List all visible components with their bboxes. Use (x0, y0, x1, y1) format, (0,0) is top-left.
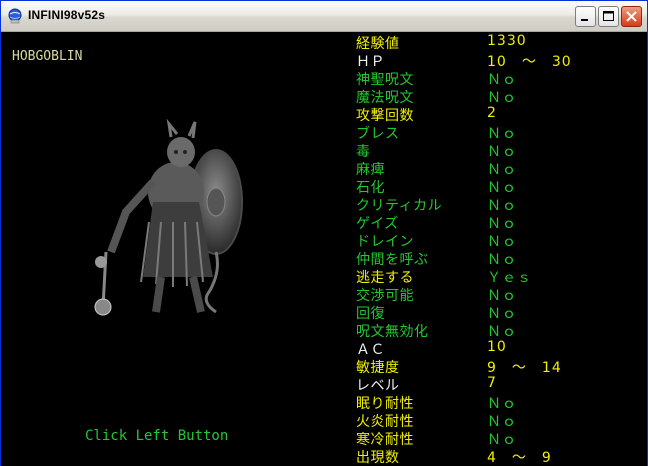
stat-row: 石化 Ｎｏ (356, 176, 646, 196)
maximize-icon (603, 11, 614, 21)
minimize-button[interactable] (575, 6, 596, 27)
stat-row: 麻痺 Ｎｏ (356, 158, 646, 178)
client-area[interactable]: HOBGOBLIN Click Left Button 経験値 1330 ＨＰ … (1, 32, 647, 466)
stat-value: 7 (487, 375, 497, 391)
maximize-button[interactable] (598, 6, 619, 27)
stat-row: 回復 Ｎｏ (356, 302, 646, 322)
stat-row: 呪文無効化 Ｎｏ (356, 320, 646, 340)
stat-row: 神聖呪文 Ｎｏ (356, 68, 646, 88)
stat-value: 4 ～ 9 (487, 450, 552, 466)
stat-label: 出現数 (356, 450, 400, 466)
stat-row: ドレイン Ｎｏ (356, 230, 646, 250)
app-globe-icon[interactable] (7, 8, 23, 24)
stat-row: レベル 7 (356, 374, 646, 394)
stat-row: 出現数 4 ～ 9 (356, 446, 646, 466)
stat-row: 火炎耐性 Ｎｏ (356, 410, 646, 430)
stat-value: 1330 (487, 33, 527, 49)
monster-portrait (81, 102, 281, 336)
stat-row: ＡＣ 10 (356, 338, 646, 358)
close-icon (626, 11, 637, 22)
title-bar[interactable]: INFINI98v52s (1, 1, 647, 32)
stat-row: クリティカル Ｎｏ (356, 194, 646, 214)
stat-row: 攻撃回数 2 (356, 104, 646, 124)
stat-value: 10 (487, 339, 507, 355)
click-left-button-hint: Click Left Button (85, 428, 229, 444)
stat-row: 寒冷耐性 Ｎｏ (356, 428, 646, 448)
stat-row: 魔法呪文 Ｎｏ (356, 86, 646, 106)
monster-stats-table: 経験値 1330 ＨＰ 10 ～ 30 神聖呪文 Ｎｏ 魔法呪文 Ｎｏ 攻撃回数 2 ブレス Ｎｏ 毒 Ｎ… (356, 32, 646, 466)
stat-row: 交渉可能 Ｎｏ (356, 284, 646, 304)
stat-row: 逃走する Ｙｅｓ (356, 266, 646, 286)
close-button[interactable] (621, 6, 642, 27)
stat-row: 仲間を呼ぶ Ｎｏ (356, 248, 646, 268)
stat-value: 2 (487, 105, 497, 121)
stat-row: 敏捷度 9 ～ 14 (356, 356, 646, 376)
stat-row: 経験値 1330 (356, 32, 646, 52)
stat-row: ＨＰ 10 ～ 30 (356, 50, 646, 70)
stat-row: 眠り耐性 Ｎｏ (356, 392, 646, 412)
stat-row: ゲイズ Ｎｏ (356, 212, 646, 232)
window-title: INFINI98v52s (28, 8, 106, 22)
app-window: INFINI98v52s HOBGOBLIN Click Left Button… (0, 0, 648, 466)
stat-row: 毒 Ｎｏ (356, 140, 646, 160)
minimize-icon (581, 19, 588, 21)
monster-name: HOBGOBLIN (12, 49, 83, 64)
stat-row: ブレス Ｎｏ (356, 122, 646, 142)
